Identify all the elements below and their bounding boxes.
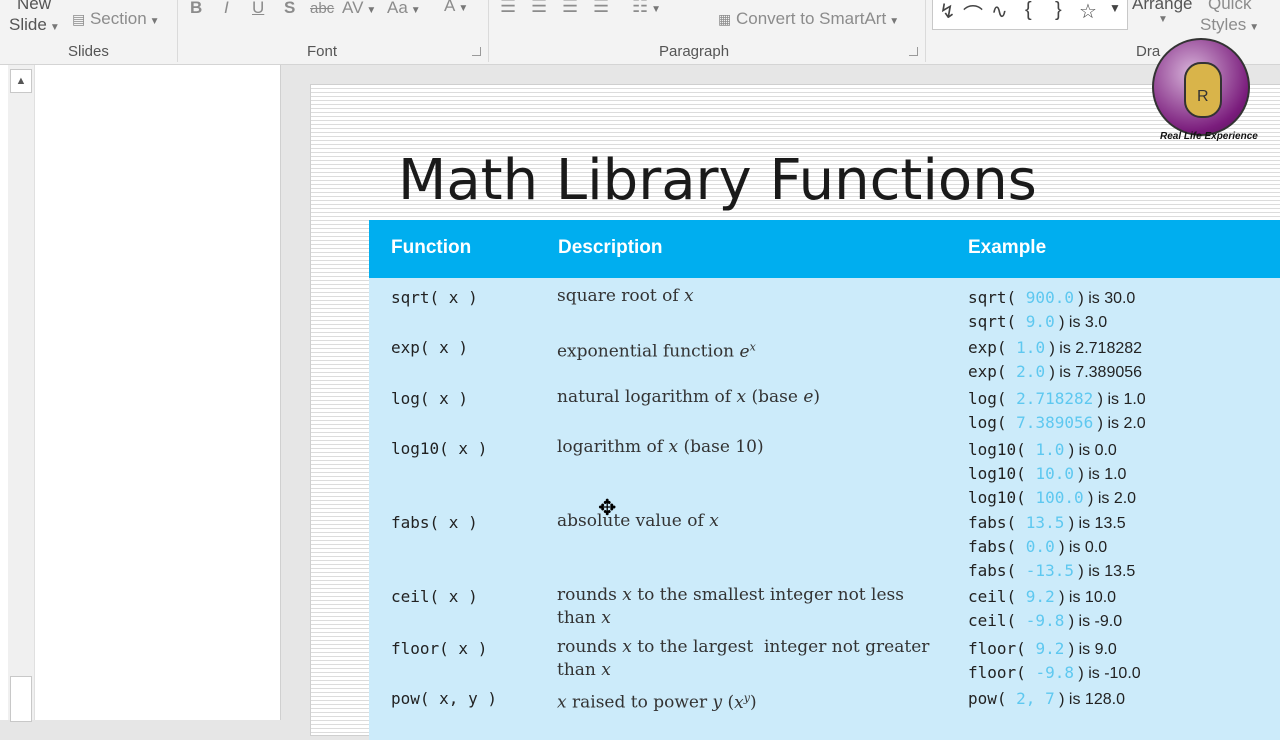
scrollbar-thumb[interactable] <box>10 676 32 722</box>
example-line: log10( 1.0 ) is 0.0 <box>968 440 1117 459</box>
slide-thumbnail-pane[interactable]: ▲ <box>0 65 281 720</box>
strikethrough-button[interactable]: abc <box>310 0 334 17</box>
function-cell: exp( x ) <box>391 338 469 357</box>
description-cell: logarithm of x (base 10) <box>557 437 764 457</box>
math-functions-table[interactable]: Function Description Example sqrt( x ) s… <box>369 220 1280 740</box>
quick-styles-label[interactable]: Styles ▼ <box>1200 15 1259 35</box>
function-cell: fabs( x ) <box>391 513 478 532</box>
example-cell: sqrt( 900.0 ) is 30.0 sqrt( 9.0 ) is 3.0 <box>968 286 1135 334</box>
bold-button[interactable]: B <box>190 0 202 18</box>
character-spacing-button[interactable]: AV ▼ <box>342 0 376 18</box>
example-line: exp( 2.0 ) is 7.389056 <box>968 362 1143 381</box>
font-color-button[interactable]: A ▼ <box>444 0 468 16</box>
shadow-button[interactable]: S <box>284 0 295 18</box>
example-line: log( 2.718282 ) is 1.0 <box>968 389 1146 408</box>
gallery-more-icon[interactable]: ▼ <box>1109 1 1121 15</box>
drawing-group-label: Dra <box>1136 43 1161 60</box>
left-brace-icon[interactable]: { <box>1025 0 1032 22</box>
freeform-shape-icon[interactable]: ↯ <box>939 0 956 24</box>
example-cell: pow( 2, 7 ) is 128.0 <box>968 687 1125 711</box>
section-icon: ▤ <box>72 11 86 27</box>
curve-shape-icon[interactable]: ∿ <box>991 0 1008 24</box>
example-cell: exp( 1.0 ) is 2.718282 exp( 2.0 ) is 7.3… <box>968 336 1142 384</box>
function-cell: ceil( x ) <box>391 587 478 606</box>
move-cursor-icon: ✥ <box>598 495 617 520</box>
example-line: log10( 100.0 ) is 2.0 <box>968 488 1137 507</box>
function-cell: floor( x ) <box>391 639 488 658</box>
star-shape-icon[interactable]: ☆ <box>1079 0 1097 24</box>
example-line: floor( 9.2 ) is 9.0 <box>968 639 1117 658</box>
example-cell: floor( 9.2 ) is 9.0 floor( -9.8 ) is -10… <box>968 637 1141 685</box>
description-cell: natural logarithm of x (base e) <box>557 387 821 407</box>
slide-title[interactable]: Math Library Functions <box>398 148 1037 213</box>
example-line: log10( 10.0 ) is 1.0 <box>968 464 1127 483</box>
description-cell: x raised to power y (xy) <box>557 691 757 713</box>
example-line: log( 7.389056 ) is 2.0 <box>968 413 1146 432</box>
paragraph-dialog-launcher-icon[interactable] <box>909 47 918 56</box>
divider <box>925 0 926 62</box>
right-brace-icon[interactable]: } <box>1055 0 1062 22</box>
example-cell: log( 2.718282 ) is 1.0 log( 7.389056 ) i… <box>968 387 1146 435</box>
font-dialog-launcher-icon[interactable] <box>472 47 481 56</box>
quick-styles-button[interactable]: Quick <box>1208 0 1251 14</box>
channel-logo: R <box>1152 38 1250 136</box>
logo-caption: Real Life Experience <box>1160 131 1258 142</box>
header-function: Function <box>391 237 472 258</box>
change-case-button[interactable]: Aa ▼ <box>387 0 421 18</box>
section-button[interactable]: ▤ Section ▼ <box>72 9 160 29</box>
convert-smartart-button[interactable]: ▦ Convert to SmartArt ▼ <box>718 9 899 29</box>
divider <box>177 0 178 62</box>
example-line: sqrt( 900.0 ) is 30.0 <box>968 288 1136 307</box>
function-cell: log( x ) <box>391 389 469 408</box>
paragraph-group-label: Paragraph <box>659 43 730 60</box>
align-left-icon[interactable]: ☰ <box>500 0 516 17</box>
mouse-icon: R <box>1184 62 1222 118</box>
align-right-icon[interactable]: ☰ <box>562 0 578 17</box>
divider <box>488 0 489 62</box>
font-group-label: Font <box>307 43 338 60</box>
justify-icon[interactable]: ☰ <box>593 0 609 17</box>
example-line: ceil( 9.2 ) is 10.0 <box>968 587 1117 606</box>
example-line: sqrt( 9.0 ) is 3.0 <box>968 312 1108 331</box>
arc-shape-icon[interactable]: ⌒ <box>963 0 983 28</box>
header-example: Example <box>968 237 1047 258</box>
example-line: exp( 1.0 ) is 2.718282 <box>968 338 1143 357</box>
logo-letter: R <box>1197 88 1209 105</box>
example-line: fabs( -13.5 ) is 13.5 <box>968 561 1136 580</box>
example-line: fabs( 13.5 ) is 13.5 <box>968 513 1126 532</box>
description-cell: square root of x <box>557 286 694 306</box>
example-line: pow( 2, 7 ) is 128.0 <box>968 689 1125 708</box>
example-line: ceil( -9.8 ) is -9.0 <box>968 611 1123 630</box>
ribbon: New Slide ▼ ▤ Section ▼ Slides B I U S abc… <box>0 0 1280 65</box>
table-header: Function Description Example <box>369 220 1280 278</box>
vertical-scrollbar[interactable] <box>8 65 35 720</box>
example-cell: fabs( 13.5 ) is 13.5 fabs( 0.0 ) is 0.0 … <box>968 511 1135 583</box>
example-cell: ceil( 9.2 ) is 10.0 ceil( -9.8 ) is -9.0 <box>968 585 1122 633</box>
italic-button[interactable]: I <box>224 0 229 18</box>
example-line: fabs( 0.0 ) is 0.0 <box>968 537 1108 556</box>
description-cell: rounds x to the largest integer not grea… <box>557 637 930 680</box>
slides-group-label: Slides <box>68 43 109 60</box>
align-center-icon[interactable]: ☰ <box>531 0 547 17</box>
new-slide-button[interactable]: New <box>17 0 51 14</box>
arrange-dropdown-icon[interactable]: ▼ <box>1158 14 1168 25</box>
example-cell: log10( 1.0 ) is 0.0 log10( 10.0 ) is 1.0… <box>968 438 1136 510</box>
function-cell: log10( x ) <box>391 439 488 458</box>
underline-button[interactable]: U <box>252 0 264 18</box>
new-slide-dropdown[interactable]: Slide ▼ <box>9 15 60 35</box>
function-cell: sqrt( x ) <box>391 288 478 307</box>
arrange-button[interactable]: Arrange <box>1132 0 1192 14</box>
columns-icon[interactable]: ☷ ▼ <box>632 0 661 17</box>
description-cell: rounds x to the smallest integer not les… <box>557 585 904 628</box>
scroll-up-icon[interactable]: ▲ <box>10 69 32 93</box>
description-cell: exponential function ex <box>557 340 756 362</box>
smartart-icon: ▦ <box>718 11 732 27</box>
example-line: floor( -9.8 ) is -10.0 <box>968 663 1141 682</box>
function-cell: pow( x, y ) <box>391 689 497 708</box>
header-description: Description <box>558 237 663 258</box>
shapes-gallery[interactable]: ↯ ⌒ ∿ { } ☆ ▼ <box>932 0 1128 30</box>
